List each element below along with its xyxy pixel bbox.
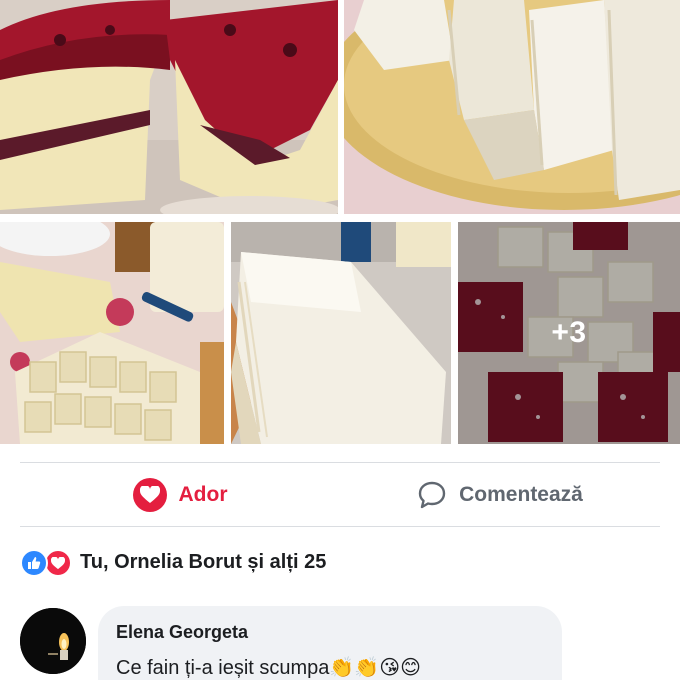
coconut-cake-slices-photo xyxy=(344,0,680,214)
comment-author[interactable]: Elena Georgeta xyxy=(116,622,544,643)
post-photo-grid: +3 xyxy=(0,0,680,446)
love-icon xyxy=(44,549,72,577)
comment-button[interactable]: Comentează xyxy=(340,463,660,526)
post-photo-4[interactable] xyxy=(231,222,451,444)
reaction-icons xyxy=(20,547,76,577)
berry-layer-cake-photo xyxy=(0,0,338,214)
heart-icon xyxy=(132,477,167,512)
divider xyxy=(20,526,660,527)
post-photo-2[interactable] xyxy=(344,0,680,214)
comment-text: Ce fain ți-a ieșit scumpa👏👏😘😊 xyxy=(116,657,421,679)
like-icon xyxy=(20,549,48,577)
avatar[interactable] xyxy=(20,608,86,674)
post-photo-5[interactable]: +3 xyxy=(458,222,680,444)
reactions-summary-text: Tu, Ornelia Borut și alți 25 xyxy=(80,550,327,573)
reactions-summary[interactable]: Tu, Ornelia Borut și alți 25 xyxy=(20,545,326,579)
comment-label: Comentează xyxy=(459,482,583,506)
love-reaction-label: Ador xyxy=(178,482,228,506)
comment-icon xyxy=(417,480,447,510)
comment-item: Elena Georgeta Ce fain ți-a ieșit scumpa… xyxy=(20,606,660,680)
post-photo-1[interactable] xyxy=(0,0,338,214)
coconut-cake-slab-photo xyxy=(231,222,451,444)
more-photos-overlay[interactable]: +3 xyxy=(458,222,680,444)
cake-squares-on-table-photo xyxy=(0,222,224,444)
more-photos-count: +3 xyxy=(551,316,587,349)
comment-bubble[interactable]: Elena Georgeta Ce fain ți-a ieșit scumpa… xyxy=(98,606,562,680)
post-action-bar: Ador Comentează xyxy=(20,463,660,526)
candle-avatar-image xyxy=(20,608,86,674)
love-reaction-button[interactable]: Ador xyxy=(20,463,340,526)
post-photo-3[interactable] xyxy=(0,222,224,444)
